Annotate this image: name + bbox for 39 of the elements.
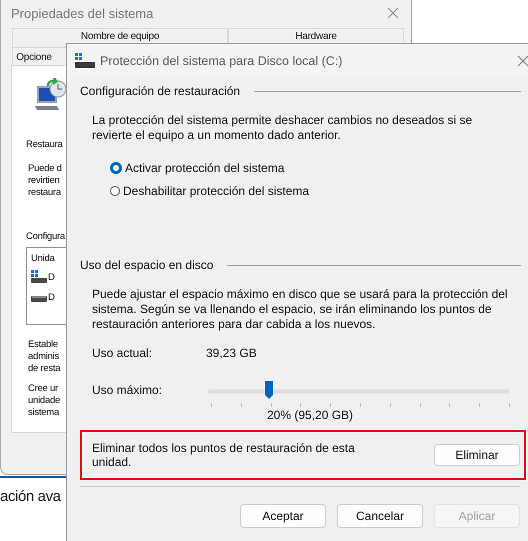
description-text: La protección del sistema permite deshacer cambios no deseados si se revierte el equipo a un momento dado anterior.: [92, 113, 474, 143]
delete-text: Eliminar todos los puntos de restauración de esta unidad.: [92, 441, 356, 469]
section-label: Restaura: [26, 139, 63, 150]
note-text: Cree ur: [28, 383, 58, 395]
description-text: Puede ajustar el espacio máximo en disco que se usará para la protección del sistema. Según se va llenando el espacio, se irán eliminando los puntos de restauración anteriores para dar cabida a los nuevos.: [92, 287, 509, 332]
dialog-button[interactable]: Aceptar: [240, 504, 326, 528]
note-text: sistema: [28, 407, 59, 419]
dialog-button[interactable]: Cancelar: [337, 504, 423, 528]
window-text: ación ava: [0, 488, 61, 505]
field-label: Uso máximo:: [92, 382, 164, 396]
tab[interactable]: Opcione: [12, 47, 68, 65]
close-icon[interactable]: [517, 54, 528, 66]
slider-reading: 20% (95,20 GB): [267, 408, 354, 422]
note-text: Estable: [28, 339, 58, 351]
group-heading: Configuración de restauración: [80, 84, 240, 98]
note-text: unidade: [28, 395, 60, 407]
list-item[interactable]: D: [48, 272, 55, 282]
section-label: Configura: [26, 231, 65, 242]
radio-option[interactable]: Activar protección del sistema: [110, 161, 284, 175]
dialog-title: Protección del sistema para Disco local (C:): [100, 54, 342, 68]
drive-icon: [75, 52, 95, 68]
window-title: Propiedades del sistema: [11, 6, 154, 20]
close-icon[interactable]: [387, 7, 399, 19]
description-text: Puede d: [28, 163, 62, 175]
radio-option[interactable]: Deshabilitar protección del sistema: [110, 184, 310, 198]
note-text: de resta: [28, 363, 60, 375]
field-label: Uso actual:: [92, 346, 154, 360]
note-text: adminis: [28, 351, 59, 363]
column-header[interactable]: Unida: [31, 253, 55, 264]
description-text: restaura: [28, 187, 61, 199]
usage-value: 39,23 GB: [206, 346, 257, 360]
list-item[interactable]: D: [48, 292, 55, 302]
description-text: revirtien: [28, 175, 60, 187]
drive-icon: [31, 270, 47, 284]
computer-icon: [34, 78, 68, 112]
delete-button[interactable]: Eliminar: [434, 444, 520, 466]
usage-slider[interactable]: [206, 380, 512, 408]
group-heading: Uso del espacio en disco: [80, 258, 214, 272]
slider-thumb[interactable]: [264, 380, 274, 400]
